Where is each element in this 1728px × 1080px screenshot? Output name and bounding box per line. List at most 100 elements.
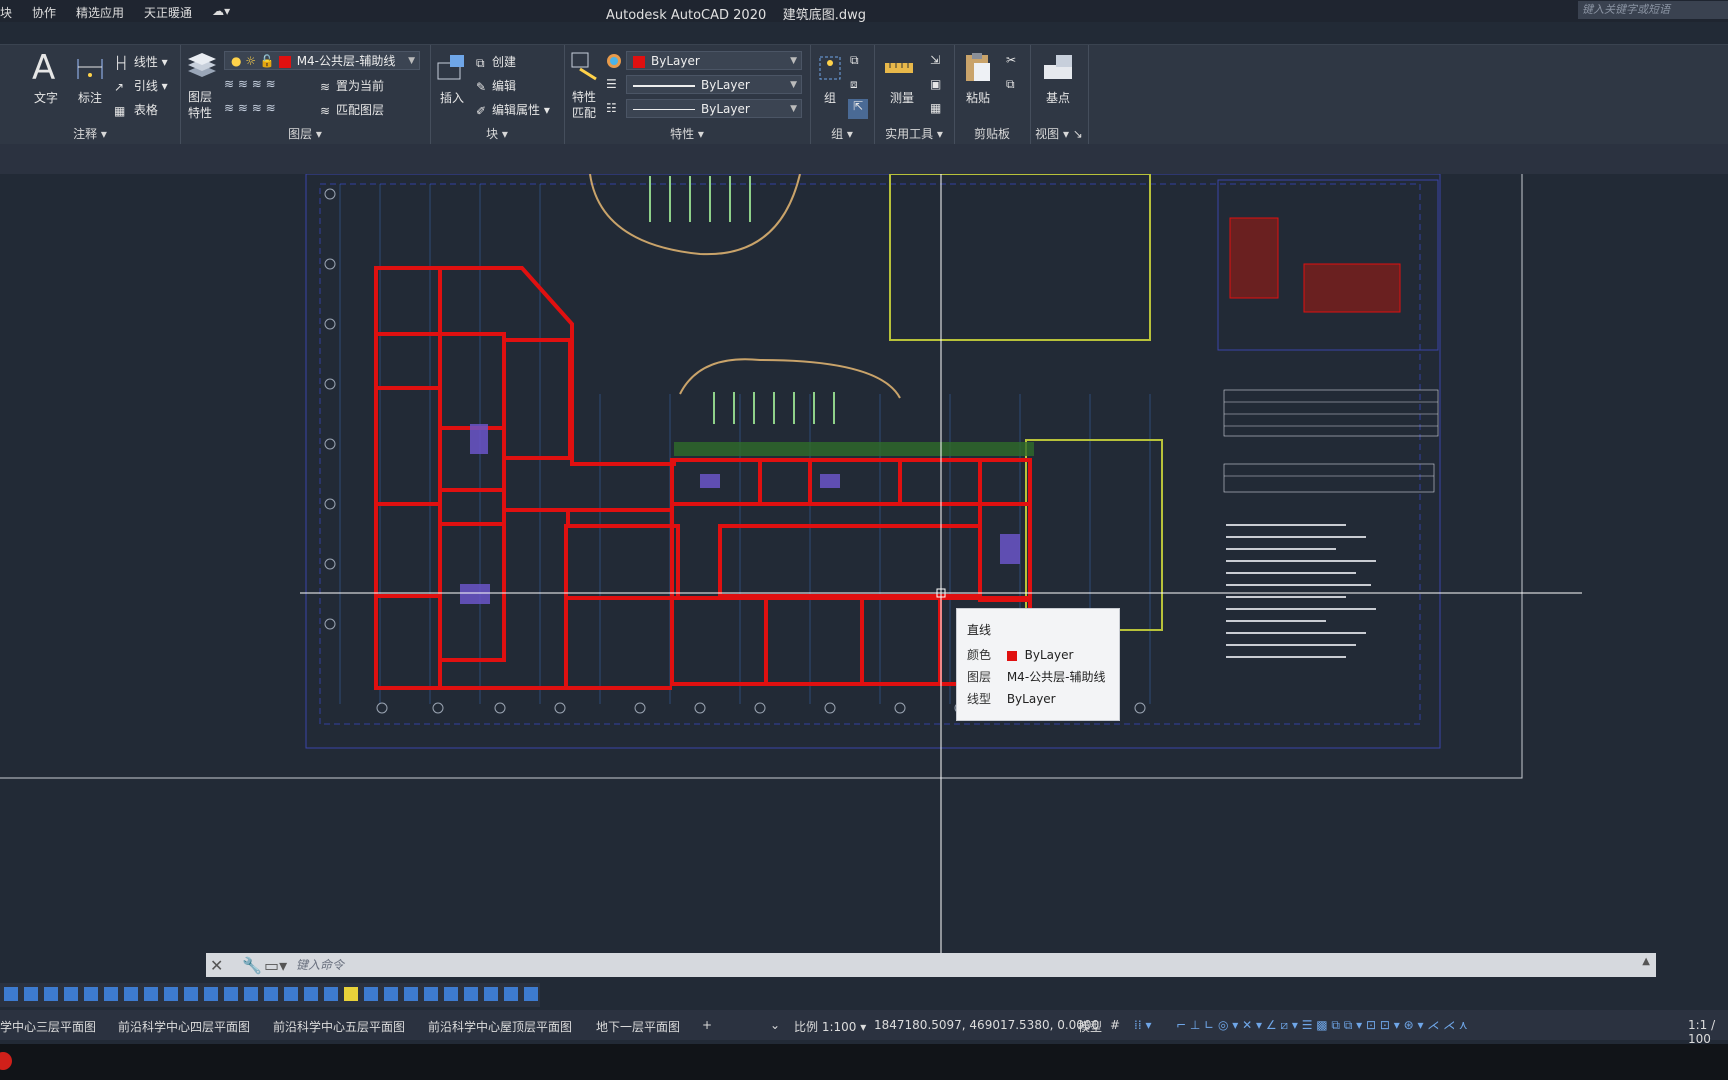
- menu-item-featured-apps[interactable]: 精选应用: [76, 4, 124, 21]
- calculator-icon[interactable]: ▦: [930, 101, 941, 115]
- menu-item-block[interactable]: 块: [0, 4, 12, 21]
- lock-icon: 🔓: [259, 54, 275, 68]
- edit-attributes-icon: ✐: [476, 103, 487, 118]
- panel-title-layers[interactable]: 图层 ▾: [180, 125, 430, 142]
- leader-icon: ↗: [114, 79, 125, 94]
- tooltip-color-row: 颜色 ByLayer: [967, 646, 1073, 663]
- insert-icon[interactable]: [436, 53, 468, 86]
- menu-item-collaborate[interactable]: 协作: [32, 4, 56, 21]
- measure-icon[interactable]: [884, 59, 914, 80]
- cut-icon[interactable]: ✂: [1006, 53, 1016, 67]
- leader-button[interactable]: ↗ 引线 ▾: [114, 77, 168, 94]
- color-dropdown[interactable]: ByLayer ▼: [626, 51, 802, 70]
- layout-tab[interactable]: 前沿科学中心五层平面图: [273, 1018, 405, 1035]
- ungroup-icon[interactable]: ⧉: [850, 53, 859, 68]
- table-button[interactable]: ▦ 表格: [114, 101, 158, 118]
- panel-title-utilities[interactable]: 实用工具 ▾: [874, 125, 954, 142]
- close-icon[interactable]: ✕: [210, 956, 223, 975]
- layer-properties-label[interactable]: 图层 特性: [188, 89, 212, 121]
- tooltip-linetype-row: 线型 ByLayer: [967, 690, 1056, 707]
- layout-tab[interactable]: 地下一层平面图: [596, 1018, 680, 1035]
- panel-title-block[interactable]: 块 ▾: [430, 125, 564, 142]
- panel-groups: 组 ⧉ ⧈ ⇱ 组 ▾: [810, 45, 875, 144]
- menu-item-tangent-hvac[interactable]: 天正暖通: [144, 4, 192, 21]
- drawing-canvas[interactable]: [0, 171, 1728, 954]
- copy-icon[interactable]: ⧉: [1006, 77, 1015, 92]
- chevron-down-icon: ▼: [790, 56, 797, 66]
- set-current-button[interactable]: ≋ 置为当前: [320, 77, 384, 94]
- cloud-menu-icon[interactable]: ☁▾: [212, 4, 230, 21]
- layout-tab[interactable]: 前沿科学中心四层平面图: [118, 1018, 250, 1035]
- text-icon[interactable]: A: [32, 51, 55, 85]
- layer-dropdown[interactable]: ● ☼ 🔓 M4-公共层-辅助线 ▼: [224, 51, 420, 70]
- linear-dim-button[interactable]: ├┤ 线性 ▾: [114, 53, 168, 70]
- panel-utilities: 测量 ⇲ ▣ ▦ 实用工具 ▾: [874, 45, 955, 144]
- layout-tab[interactable]: 前沿科学中心屋顶层平面图: [428, 1018, 572, 1035]
- table-icon: ▦: [114, 103, 126, 118]
- select-all-icon[interactable]: ▣: [930, 77, 941, 91]
- tooltip-color-swatch: [1006, 650, 1017, 661]
- sun-icon: ☼: [245, 54, 257, 68]
- chevron-down-icon: ▼: [790, 80, 797, 90]
- command-history-icon[interactable]: ▭▾: [264, 956, 287, 975]
- linetype-preview: [633, 84, 695, 87]
- panel-title-groups[interactable]: 组 ▾: [810, 125, 874, 142]
- panel-title-properties[interactable]: 特性 ▾: [564, 125, 810, 142]
- panel-title-clipboard[interactable]: 剪贴板: [954, 125, 1030, 142]
- measure-label[interactable]: 测量: [890, 89, 914, 106]
- chevron-down-icon[interactable]: ⌄: [770, 1018, 780, 1032]
- snap-icon[interactable]: ⁞⁞ ▾: [1134, 1018, 1151, 1032]
- dimension-button-label[interactable]: 标注: [78, 89, 102, 106]
- edit-block-button[interactable]: ✎ 编辑: [476, 77, 516, 94]
- text-button-label[interactable]: 文字: [34, 89, 58, 106]
- command-input[interactable]: 键入命令: [296, 956, 344, 973]
- edit-block-label: 编辑: [492, 79, 517, 93]
- plugin-toolbar-icons[interactable]: [0, 983, 540, 1007]
- linetype-dropdown[interactable]: ByLayer ▼: [626, 75, 802, 94]
- quick-select-icon[interactable]: ⇲: [930, 53, 940, 67]
- match-layer-button[interactable]: ≋ 匹配图层: [320, 101, 384, 118]
- panel-properties: 特性 匹配 ByLayer ▼ ☰ ByLayer ▼ ☷ ByLayer ▼ 特性 …: [564, 45, 811, 144]
- model-space-toggle[interactable]: 模型: [1078, 1018, 1102, 1035]
- edit-attributes-button[interactable]: ✐ 编辑属性 ▾: [476, 101, 550, 118]
- match-properties-label[interactable]: 特性 匹配: [572, 89, 596, 121]
- help-search-input[interactable]: 键入关键字或短语: [1578, 1, 1728, 19]
- annotation-scale[interactable]: 比例 1:100 ▾: [794, 1018, 866, 1035]
- group-edit-icon[interactable]: ⧈: [850, 77, 858, 92]
- grid-icon[interactable]: #: [1110, 1018, 1120, 1032]
- paste-icon[interactable]: [964, 51, 992, 86]
- zoom-scale[interactable]: 1:1 / 100: [1688, 1018, 1728, 1046]
- layer-tools-row2[interactable]: ≋ ≋ ≋ ≋: [224, 101, 276, 115]
- lineweight-icon: ☷: [606, 101, 617, 115]
- panel-title-annotate[interactable]: 注释 ▾: [0, 125, 180, 142]
- group-icon[interactable]: [818, 53, 844, 86]
- drafting-tools-icons[interactable]: ⌐ ⊥ ∟ ◎ ▾ ✕ ▾ ∠ ⧄ ▾ ☰ ▩ ⧉ ⧉ ▾ ⊡ ⊡ ▾ ⊛ ▾ …: [1176, 1018, 1468, 1033]
- ribbon: A 文字 标注 ├┤ 线性 ▾ ↗ 引线 ▾ ▦ 表格 注释 ▾ 图层 特性 ●…: [0, 44, 1728, 144]
- record-icon[interactable]: [0, 1052, 12, 1070]
- layer-properties-icon[interactable]: [186, 51, 218, 84]
- panel-title-view[interactable]: 视图 ▾ ↘: [1030, 125, 1088, 142]
- chevron-up-icon[interactable]: ▲: [1642, 956, 1650, 967]
- group-label[interactable]: 组: [824, 89, 836, 106]
- color-wheel-icon[interactable]: [606, 53, 622, 72]
- base-point-icon[interactable]: [1042, 53, 1074, 84]
- match-layer-label: 匹配图层: [336, 103, 385, 117]
- os-taskbar: [0, 1044, 1728, 1080]
- wrench-icon[interactable]: 🔧: [242, 956, 262, 975]
- match-properties-icon[interactable]: [570, 51, 600, 84]
- create-block-button[interactable]: ⧉ 创建: [476, 53, 516, 70]
- layer-tools-row1[interactable]: ≋ ≋ ≋ ≋: [224, 77, 276, 91]
- tooltip-linetype-label: 线型: [967, 692, 992, 706]
- table-label: 表格: [133, 103, 158, 117]
- layout-tab[interactable]: 学中心三层平面图: [0, 1018, 96, 1035]
- group-select-icon[interactable]: ⇱: [848, 99, 868, 119]
- dimension-icon[interactable]: [74, 53, 106, 86]
- insert-label[interactable]: 插入: [440, 89, 464, 106]
- lineweight-dropdown[interactable]: ByLayer ▼: [626, 99, 802, 118]
- edit-block-icon: ✎: [476, 79, 487, 94]
- file-tab-bar: [0, 144, 1728, 174]
- add-layout-icon[interactable]: +: [702, 1018, 712, 1032]
- paste-label[interactable]: 粘贴: [966, 89, 990, 106]
- base-point-label[interactable]: 基点: [1046, 89, 1070, 106]
- bulb-icon: ●: [231, 54, 242, 68]
